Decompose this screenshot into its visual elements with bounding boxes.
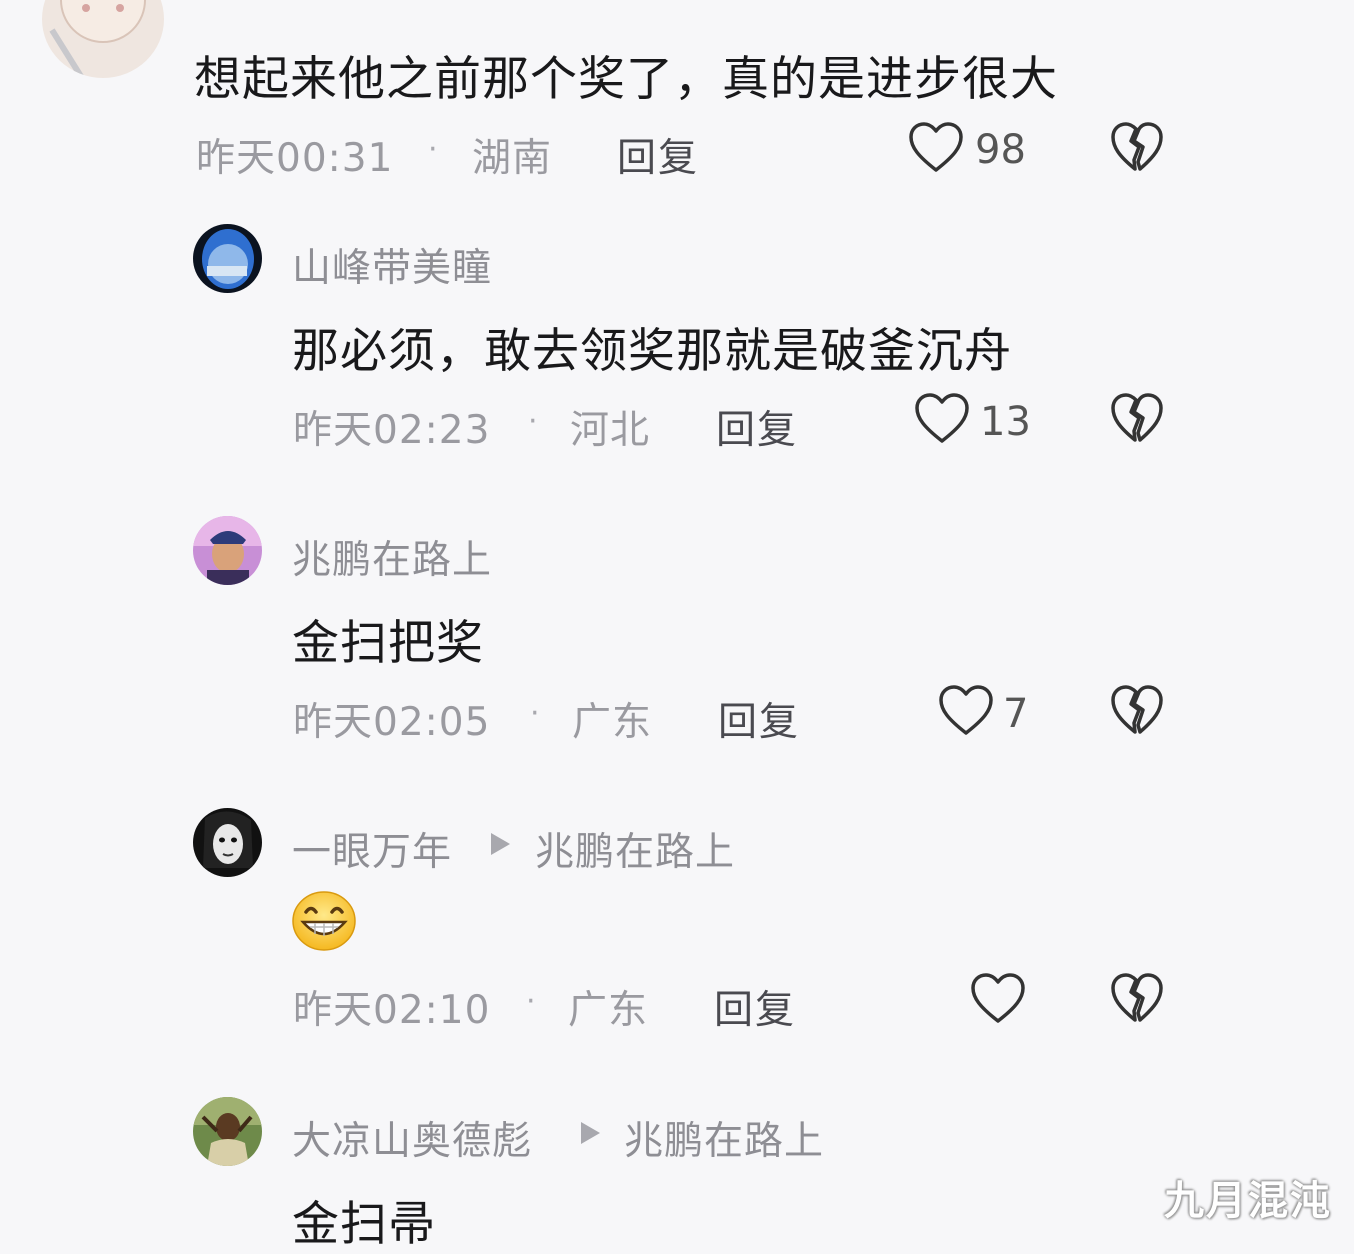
- broken-heart-icon[interactable]: [1110, 393, 1164, 445]
- avatar[interactable]: [193, 224, 262, 293]
- comment-location: 广东: [572, 700, 653, 745]
- broken-heart-icon[interactable]: [1110, 685, 1164, 737]
- comment-time: 昨天02:05: [293, 700, 491, 745]
- grinning-face-emoji: [291, 890, 357, 952]
- reply-to-username[interactable]: 兆鹏在路上: [624, 1110, 824, 1166]
- reply-button[interactable]: 回复: [716, 399, 798, 455]
- reply-button[interactable]: 回复: [718, 691, 800, 747]
- avatar[interactable]: [193, 808, 262, 877]
- comment-location: 广东: [568, 988, 649, 1033]
- comment-text: 金扫帚: [292, 1197, 436, 1252]
- heart-outline-icon[interactable]: [914, 393, 970, 445]
- comment-username[interactable]: 兆鹏在路上: [292, 529, 492, 585]
- heart-outline-icon[interactable]: [938, 685, 994, 737]
- triangle-right-icon: [581, 1122, 600, 1144]
- comment-username[interactable]: 大凉山奥德彪: [292, 1110, 532, 1166]
- reply-button[interactable]: 回复: [617, 127, 699, 183]
- separator-dot: ·: [528, 404, 538, 439]
- like-count: 7: [1003, 691, 1029, 737]
- comment-location: 湖南: [472, 136, 553, 181]
- comment-text: 金扫把奖: [292, 616, 484, 671]
- comment-time: 昨天02:10: [293, 988, 491, 1033]
- watermark: 九月混沌: [1164, 1178, 1332, 1224]
- like-count: 13: [980, 399, 1031, 445]
- comment-time: 昨天00:31: [196, 136, 394, 181]
- triangle-right-icon: [491, 833, 510, 855]
- broken-heart-icon[interactable]: [1110, 122, 1164, 174]
- heart-outline-icon[interactable]: [908, 122, 964, 174]
- separator-dot: ·: [428, 132, 438, 167]
- like-count: 98: [975, 127, 1026, 173]
- separator-dot: ·: [526, 984, 536, 1019]
- comment-username[interactable]: 山峰带美瞳: [292, 237, 492, 293]
- comment-text: 那必须，敢去领奖那就是破釜沉舟: [292, 324, 1012, 379]
- avatar[interactable]: [42, 0, 164, 78]
- separator-dot: ·: [530, 696, 540, 731]
- avatar[interactable]: [193, 1097, 262, 1166]
- comment-location: 河北: [570, 408, 651, 453]
- comment-text: 想起来他之前那个奖了，真的是进步很大: [194, 52, 1058, 107]
- reply-to-username[interactable]: 兆鹏在路上: [535, 821, 735, 877]
- comment-time: 昨天02:23: [293, 408, 491, 453]
- broken-heart-icon[interactable]: [1110, 973, 1164, 1025]
- comment-username[interactable]: 一眼万年: [292, 821, 452, 877]
- avatar[interactable]: [193, 516, 262, 585]
- heart-outline-icon[interactable]: [970, 973, 1026, 1025]
- reply-button[interactable]: 回复: [714, 979, 796, 1035]
